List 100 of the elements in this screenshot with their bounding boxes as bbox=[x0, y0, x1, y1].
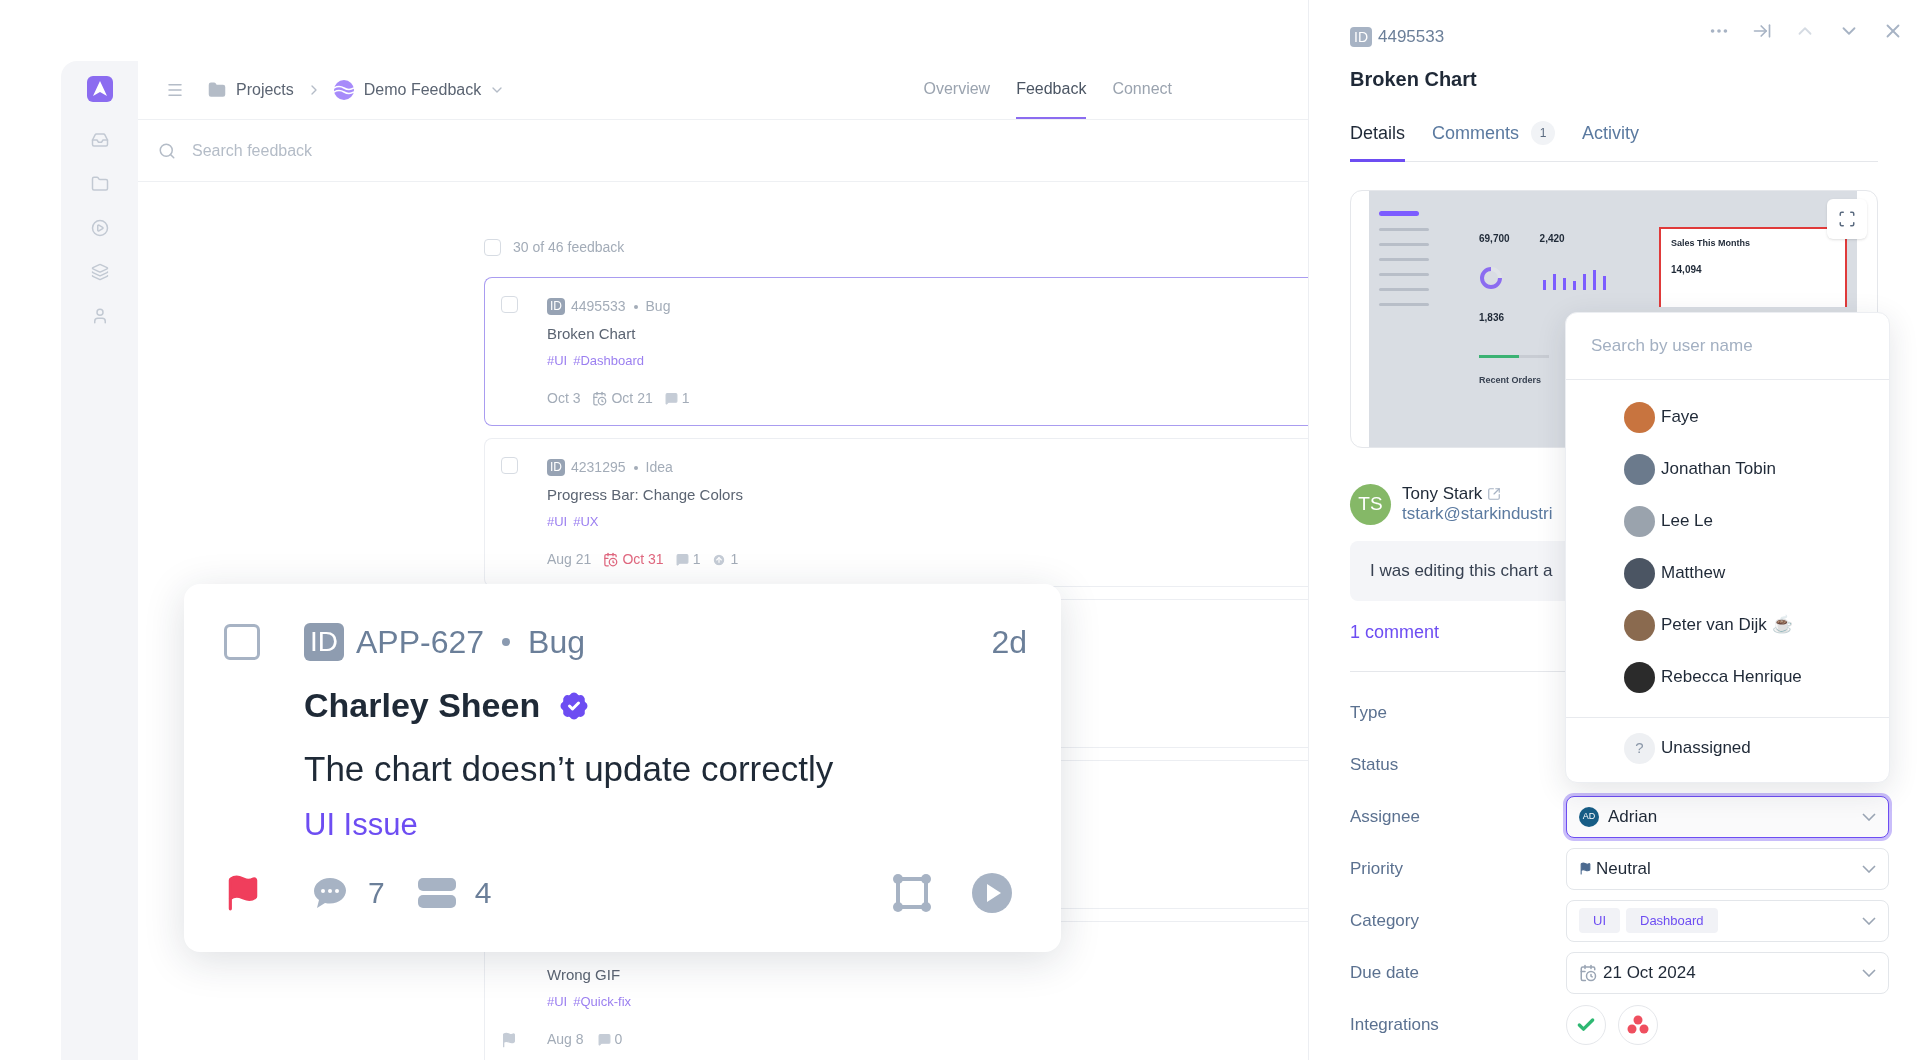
detail-tab[interactable]: Comments 1 bbox=[1432, 119, 1556, 162]
field-label: Due date bbox=[1350, 961, 1420, 984]
stat-value: 69,700 bbox=[1479, 231, 1510, 246]
chevron-down-icon bbox=[1862, 968, 1876, 977]
comment-count: 0 bbox=[614, 1030, 623, 1049]
id-badge: ID bbox=[547, 459, 565, 476]
checkbox[interactable] bbox=[501, 296, 518, 313]
checkbox[interactable] bbox=[224, 624, 260, 660]
stat-value: 1,836 bbox=[1479, 310, 1506, 325]
created-date: Aug 8 bbox=[547, 1030, 584, 1049]
feedback-title: Wrong GIF bbox=[547, 965, 622, 985]
feedback-card[interactable]: ID 4495533 Bug Broken Chart #UI #Dashboard Oct 3 Oct 21 1 bbox=[484, 277, 1308, 426]
external-link-icon[interactable] bbox=[1487, 487, 1502, 501]
due-date-select[interactable]: 21 Oct 2024 bbox=[1566, 951, 1889, 994]
calendar-icon bbox=[603, 552, 619, 567]
tag[interactable]: #UX bbox=[573, 511, 599, 531]
user-option[interactable]: Jonathan Tobin bbox=[1566, 443, 1889, 495]
project-logo bbox=[333, 80, 354, 100]
user-option[interactable]: Faye bbox=[1566, 391, 1889, 443]
menu-icon[interactable] bbox=[166, 81, 184, 99]
field-label: Status bbox=[1350, 753, 1400, 776]
id-badge: ID bbox=[1350, 26, 1372, 47]
feedback-title: Progress Bar: Change Colors bbox=[547, 485, 743, 505]
user-name: Peter van Dijk ☕ bbox=[1661, 614, 1793, 637]
chevron-down-icon bbox=[1862, 916, 1876, 925]
feedback-card[interactable] bbox=[1061, 599, 1308, 748]
frame-icon[interactable] bbox=[892, 872, 932, 913]
tag[interactable]: #UI bbox=[547, 350, 568, 370]
feedback-id: 4495533 bbox=[1378, 26, 1445, 48]
checkbox[interactable] bbox=[501, 457, 518, 474]
id-badge: ID bbox=[547, 298, 565, 315]
comment-icon bbox=[312, 875, 348, 910]
detail-tab[interactable]: Details bbox=[1350, 119, 1406, 162]
feedback-id: APP-627 bbox=[356, 623, 485, 662]
detail-title: Broken Chart bbox=[1350, 66, 1478, 92]
comment-icon bbox=[675, 553, 689, 566]
field-label: Category bbox=[1350, 909, 1420, 932]
folder-icon[interactable] bbox=[90, 175, 109, 193]
section-title: Recent Orders bbox=[1479, 373, 1543, 387]
due-date: Oct 31 bbox=[622, 550, 664, 569]
stack-count: 4 bbox=[474, 875, 493, 911]
calendar-icon bbox=[1579, 963, 1597, 982]
user-option[interactable]: ? Unassigned bbox=[1566, 718, 1889, 778]
play-icon[interactable] bbox=[972, 872, 1012, 913]
feedback-title: The chart doesn’t update correctly bbox=[304, 748, 835, 790]
field-label: Integrations bbox=[1350, 1013, 1440, 1036]
category-chip: Dashboard bbox=[1626, 907, 1718, 934]
expand-icon bbox=[1838, 209, 1856, 228]
field-label: Priority bbox=[1350, 857, 1404, 880]
search-field[interactable]: Search feedback bbox=[192, 138, 592, 163]
priority-select[interactable]: Neutral bbox=[1566, 847, 1889, 890]
user-search-field[interactable]: Search by user name bbox=[1591, 333, 1864, 359]
author-email[interactable]: tstark@starkindustri bbox=[1402, 504, 1553, 524]
feedback-id: 4231295 bbox=[571, 458, 626, 477]
user-option[interactable]: Peter van Dijk ☕ bbox=[1566, 599, 1889, 651]
detail-tab[interactable]: Activity bbox=[1582, 119, 1640, 162]
stat-value: 2,420 bbox=[1539, 231, 1565, 246]
breadcrumb-link[interactable]: Projects bbox=[236, 78, 294, 102]
author-name: Tony Stark bbox=[1402, 484, 1483, 504]
age-label: 2d bbox=[991, 623, 1027, 662]
flag-icon bbox=[1579, 862, 1592, 875]
feedback-count: 30 of 46 feedback bbox=[513, 237, 625, 257]
feedback-type: Idea bbox=[645, 458, 673, 477]
upvote-count: 1 bbox=[730, 550, 739, 569]
field-label: Assignee bbox=[1350, 805, 1421, 828]
tag[interactable]: #Quick-fix bbox=[573, 991, 632, 1011]
user-name: Faye bbox=[1661, 406, 1699, 429]
flag-icon[interactable] bbox=[501, 1031, 517, 1048]
expand-button[interactable] bbox=[1827, 198, 1867, 239]
created-date: Oct 3 bbox=[547, 389, 581, 408]
stack-icon bbox=[416, 876, 457, 909]
tag[interactable]: #UI bbox=[547, 991, 568, 1011]
user-option[interactable]: Rebecca Henrique bbox=[1566, 651, 1889, 703]
nav-tab[interactable]: Feedback bbox=[1016, 61, 1087, 119]
feedback-type: Bug bbox=[645, 297, 671, 316]
tag[interactable]: #UI bbox=[547, 511, 568, 531]
category-select[interactable]: UI Dashboard bbox=[1566, 899, 1889, 942]
layers-icon[interactable] bbox=[90, 263, 109, 281]
user-option[interactable]: Matthew bbox=[1566, 547, 1889, 599]
chevron-down-icon bbox=[1862, 864, 1876, 873]
feedback-id: 4495533 bbox=[571, 297, 626, 316]
app-logo[interactable] bbox=[86, 76, 113, 102]
feedback-card[interactable] bbox=[1061, 760, 1308, 909]
comment-count: 7 bbox=[368, 875, 385, 911]
checkbox[interactable] bbox=[484, 238, 501, 256]
assignee-select[interactable]: AD Adrian bbox=[1566, 795, 1889, 838]
feedback-card[interactable]: ID 4231295 Idea Progress Bar: Change Colors #UI #UX Aug 21 Oct 31 1 1 bbox=[484, 438, 1308, 587]
category-link[interactable]: UI Issue bbox=[304, 801, 1027, 848]
donut-chart-drawing bbox=[1479, 265, 1503, 290]
user-name: Unassigned bbox=[1661, 737, 1751, 760]
comment-icon bbox=[597, 1033, 611, 1046]
category-chip: UI bbox=[1579, 907, 1620, 934]
play-icon[interactable] bbox=[90, 219, 109, 237]
inbox-icon[interactable] bbox=[90, 131, 109, 149]
unassigned-avatar: ? bbox=[1624, 732, 1655, 764]
breadcrumb-link[interactable]: Demo Feedback bbox=[363, 78, 482, 102]
user-avatar: AD bbox=[1579, 806, 1599, 827]
floating-feedback-card[interactable]: ID APP-627 Bug 2d Charley Sheen The chart doesn’t update correctly UI Issue 7 4 bbox=[184, 584, 1061, 952]
due-date: Oct 21 bbox=[611, 389, 653, 408]
tag[interactable]: #Dashboard bbox=[573, 350, 645, 370]
